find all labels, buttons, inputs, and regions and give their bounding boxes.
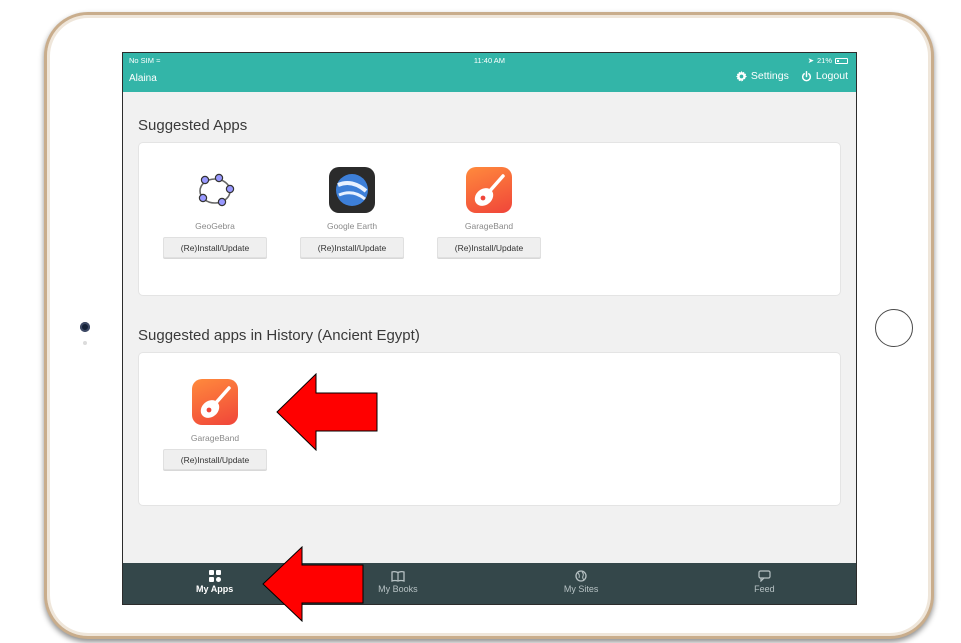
- bottom-tab-bar: My Apps My Books My Sites Feed: [123, 563, 856, 604]
- logout-label: Logout: [815, 70, 848, 82]
- location-icon: ➤: [807, 56, 814, 65]
- section-title: Suggested Apps: [138, 117, 248, 134]
- globe-icon: [490, 570, 673, 582]
- home-button[interactable]: [875, 309, 913, 347]
- header-actions: Settings Logout: [735, 70, 848, 82]
- section-title: Suggested apps in History (Ancient Egypt…: [138, 327, 420, 344]
- logout-button[interactable]: Logout: [801, 70, 848, 82]
- tab-label: My Sites: [563, 584, 599, 594]
- header-bar: No SIM ≈ 11:40 AM ➤ 21% Alaina Settings: [123, 53, 856, 92]
- app-name: GarageBand: [464, 221, 514, 231]
- tab-feed[interactable]: Feed: [673, 563, 856, 604]
- settings-button[interactable]: Settings: [735, 70, 789, 82]
- app-tile[interactable]: Google Earth (Re)Install/Update: [300, 167, 404, 258]
- power-icon: [801, 70, 811, 81]
- tab-label: Feed: [754, 584, 775, 594]
- status-battery: ➤ 21%: [808, 56, 848, 65]
- suggested-apps-card: GeoGebra (Re)Install/Update Google Earth…: [139, 143, 840, 295]
- app-name: GeoGebra: [195, 221, 235, 231]
- google-earth-icon[interactable]: [329, 167, 375, 213]
- red-arrow-icon: [276, 373, 378, 451]
- garageband-icon[interactable]: [466, 167, 512, 213]
- tab-my-sites[interactable]: My Sites: [490, 563, 673, 604]
- settings-label: Settings: [750, 70, 789, 82]
- battery-percent: 21%: [816, 56, 832, 65]
- app-screen: No SIM ≈ 11:40 AM ➤ 21% Alaina Settings: [123, 53, 856, 604]
- red-arrow-icon: [262, 546, 364, 622]
- front-camera: [80, 322, 90, 332]
- gear-icon: [735, 70, 747, 82]
- app-tile[interactable]: GeoGebra (Re)Install/Update: [163, 167, 267, 258]
- app-tile[interactable]: GarageBand (Re)Install/Update: [437, 167, 541, 258]
- history-apps-card: GarageBand (Re)Install/Update: [139, 353, 840, 505]
- install-update-button[interactable]: (Re)Install/Update: [163, 449, 267, 470]
- geogebra-icon[interactable]: [192, 167, 238, 213]
- garageband-icon[interactable]: [192, 379, 238, 425]
- chat-icon: [673, 570, 856, 582]
- install-update-button[interactable]: (Re)Install/Update: [300, 237, 404, 258]
- app-tile[interactable]: GarageBand (Re)Install/Update: [163, 379, 267, 470]
- app-name: Google Earth: [326, 221, 378, 231]
- light-sensor: [83, 341, 87, 345]
- install-update-button[interactable]: (Re)Install/Update: [163, 237, 267, 258]
- status-time: 11:40 AM: [473, 56, 506, 65]
- battery-icon: [835, 57, 848, 64]
- user-name: Alaina: [129, 73, 157, 84]
- app-name: GarageBand: [190, 433, 240, 443]
- install-update-button[interactable]: (Re)Install/Update: [437, 237, 541, 258]
